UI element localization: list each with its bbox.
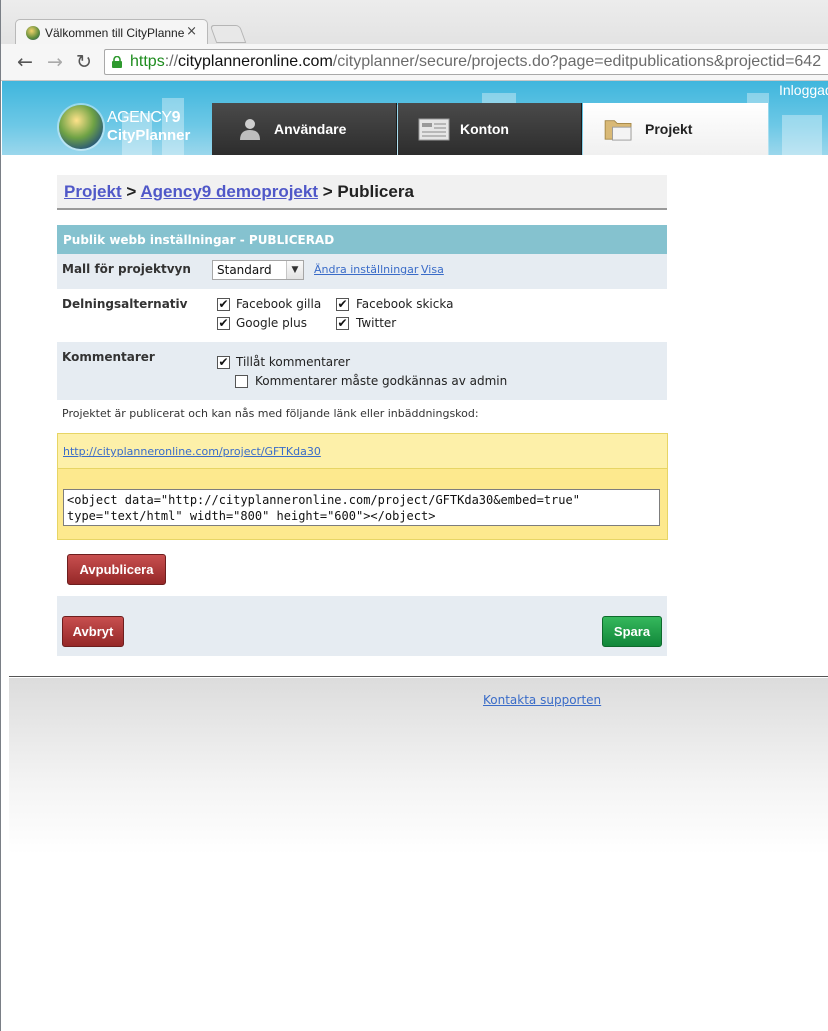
site-header: Inloggad AGENCY9 CityPlanner Användare K…	[2, 81, 828, 155]
breadcrumb-separator: >	[318, 182, 338, 201]
form-actions-bar	[57, 596, 667, 656]
folder-icon	[604, 120, 632, 141]
close-tab-icon[interactable]: ×	[186, 24, 197, 39]
forward-icon[interactable]: →	[44, 51, 66, 73]
section-title: Publik webb inställningar - PUBLICERAD	[57, 225, 667, 254]
tab-projects-label: Projekt	[645, 121, 693, 137]
twitter-label: Twitter	[356, 316, 397, 330]
breadcrumb-current: Publicera	[337, 182, 414, 201]
logged-in-text: Inloggad	[779, 82, 828, 98]
embed-code-textarea[interactable]: <object data="http://cityplanneronline.c…	[63, 489, 660, 526]
template-row: Mall för projektvyn Standard ▼ Ändra ins…	[57, 254, 667, 289]
breadcrumb-projects-link[interactable]: Projekt	[64, 182, 122, 201]
contact-support-link[interactable]: Kontakta supporten	[483, 693, 601, 707]
change-settings-link[interactable]: Ändra inställningar	[314, 263, 418, 276]
tab-strip: Välkommen till CityPlanne ×	[1, 0, 828, 45]
tab-accounts[interactable]: Konton	[398, 103, 582, 155]
save-button[interactable]: Spara	[602, 616, 662, 647]
tab-projects[interactable]: Projekt	[583, 103, 768, 155]
comments-row: Kommentarer ✔ Tillåt kommentarer Komment…	[57, 342, 667, 400]
publish-box: http://cityplanneronline.com/project/GFT…	[57, 433, 668, 540]
logo-agency9: AGENCY9	[107, 109, 181, 126]
sharing-row: Delningsalternativ ✔ Facebook gilla ✔ Fa…	[57, 289, 667, 342]
address-bar[interactable]: https://cityplanneronline.com/cityplanne…	[104, 49, 828, 75]
facebook-send-checkbox[interactable]: ✔	[336, 298, 349, 311]
twitter-checkbox[interactable]: ✔	[336, 317, 349, 330]
url-text: https://cityplanneronline.com/cityplanne…	[130, 53, 822, 70]
tab-users[interactable]: Användare	[212, 103, 397, 155]
browser-toolbar: ← → ↻ https://cityplanneronline.com/city…	[1, 44, 828, 81]
favicon-icon	[26, 26, 40, 40]
facebook-like-label: Facebook gilla	[236, 297, 322, 311]
public-project-link[interactable]: http://cityplanneronline.com/project/GFT…	[63, 445, 321, 458]
cancel-button[interactable]: Avbryt	[62, 616, 124, 647]
allow-comments-label: Tillåt kommentarer	[236, 355, 351, 369]
breadcrumb: Projekt > Agency9 demoprojekt > Publicer…	[57, 175, 667, 210]
sharing-label: Delningsalternativ	[62, 297, 188, 311]
unpublish-button[interactable]: Avpublicera	[67, 554, 166, 585]
tab-accounts-label: Konton	[460, 121, 509, 137]
breadcrumb-project-link[interactable]: Agency9 demoprojekt	[140, 182, 318, 201]
page-footer	[9, 678, 828, 1031]
approve-comments-label: Kommentarer måste godkännas av admin	[255, 374, 508, 388]
approve-comments-checkbox[interactable]	[235, 375, 248, 388]
google-plus-checkbox[interactable]: ✔	[217, 317, 230, 330]
chevron-down-icon: ▼	[286, 261, 303, 279]
lock-icon	[112, 56, 122, 68]
facebook-send-label: Facebook skicka	[356, 297, 454, 311]
template-label: Mall för projektvyn	[62, 262, 191, 276]
browser-tab[interactable]: Välkommen till CityPlanne ×	[15, 19, 208, 45]
new-tab-button[interactable]	[209, 25, 247, 43]
logo-cityplanner: CityPlanner	[107, 127, 191, 144]
back-icon[interactable]: ←	[14, 51, 36, 73]
browser-window: Välkommen till CityPlanne × ← → ↻ https:…	[0, 0, 828, 1031]
cityplanner-logo-icon[interactable]	[59, 105, 103, 149]
publish-info-text: Projektet är publicerat och kan nås med …	[62, 407, 479, 420]
user-icon	[240, 119, 260, 140]
template-select-value: Standard	[217, 263, 272, 277]
breadcrumb-separator: >	[121, 182, 141, 201]
google-plus-label: Google plus	[236, 316, 307, 330]
allow-comments-checkbox[interactable]: ✔	[217, 356, 230, 369]
facebook-like-checkbox[interactable]: ✔	[217, 298, 230, 311]
tab-title: Välkommen till CityPlanne	[45, 26, 185, 40]
comments-label: Kommentarer	[62, 350, 155, 364]
accounts-icon	[418, 118, 450, 141]
template-select[interactable]: Standard ▼	[212, 260, 304, 280]
view-link[interactable]: Visa	[421, 263, 444, 276]
tab-users-label: Användare	[274, 121, 347, 137]
reload-icon[interactable]: ↻	[73, 51, 95, 73]
